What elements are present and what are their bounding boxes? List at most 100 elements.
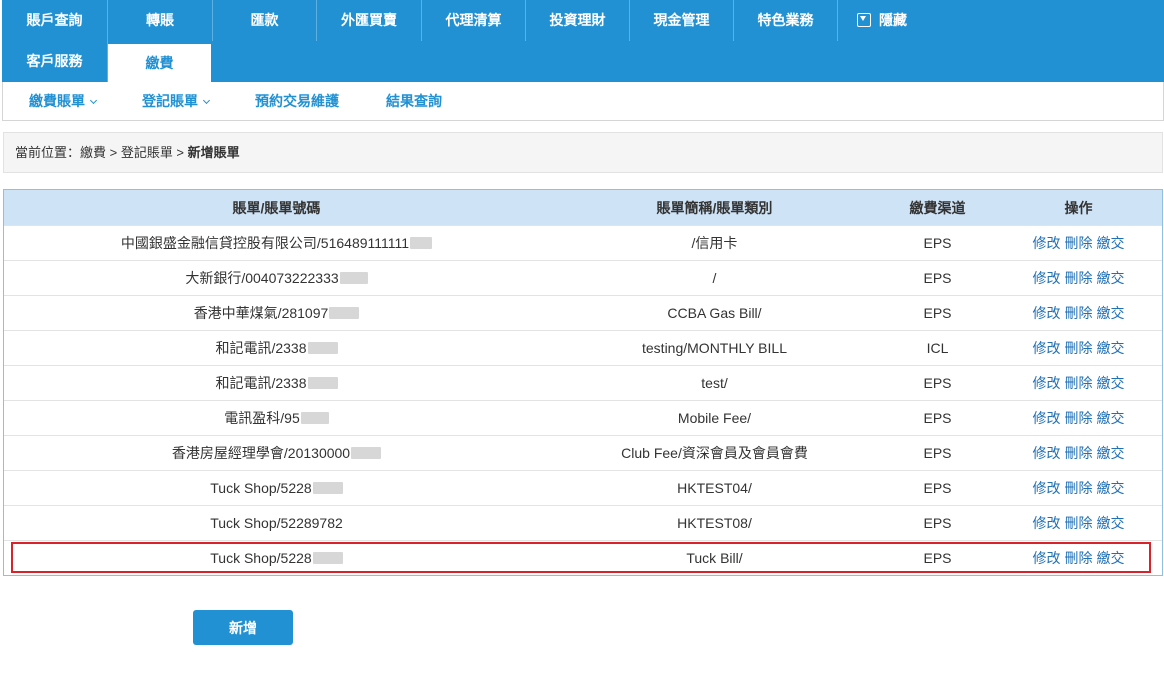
redacted-digits xyxy=(339,272,368,284)
cell-actions: 修改 刪除 繳交 xyxy=(995,261,1162,295)
delete-link[interactable]: 刪除 xyxy=(1065,268,1093,288)
cell-actions: 修改 刪除 繳交 xyxy=(995,541,1162,575)
edit-link[interactable]: 修改 xyxy=(1033,408,1061,428)
cell-bill: Tuck Shop/5228 xyxy=(4,471,549,505)
cell-bill: Tuck Shop/52289782 xyxy=(4,506,549,540)
delete-link[interactable]: 刪除 xyxy=(1065,548,1093,568)
edit-link[interactable]: 修改 xyxy=(1033,548,1061,568)
breadcrumb: 當前位置：繳費 > 登記賬單 > 新增賬單 xyxy=(3,132,1163,173)
cell-type: /信用卡 xyxy=(691,235,738,251)
nav-item-clearing[interactable]: 代理清算 xyxy=(422,0,526,41)
redacted-digits xyxy=(312,482,343,494)
add-button[interactable]: 新增 xyxy=(193,610,293,645)
subnav-results[interactable]: 結果查詢 xyxy=(386,91,442,111)
table-row: Tuck Shop/52289782 HKTEST08/EPS 修改 刪除 繳交 xyxy=(4,505,1162,540)
cell-actions: 修改 刪除 繳交 xyxy=(995,226,1162,260)
nav-item-special[interactable]: 特色業務 xyxy=(734,0,838,41)
cell-bill: 電訊盈科/95 xyxy=(4,401,549,435)
edit-link[interactable]: 修改 xyxy=(1033,268,1061,288)
table-row: 香港中華煤氣/281097 CCBA Gas Bill/EPS 修改 刪除 繳交 xyxy=(4,295,1162,330)
cell-channel: EPS xyxy=(923,305,952,321)
bill-number: Tuck Shop/52289782 xyxy=(210,515,343,531)
table-row: 大新銀行/004073222333 / EPS 修改 刪除 繳交 xyxy=(4,260,1162,295)
edit-link[interactable]: 修改 xyxy=(1033,233,1061,253)
redacted-digits xyxy=(351,447,382,459)
nav-item-service[interactable]: 客戶服務 xyxy=(2,41,108,82)
pay-link[interactable]: 繳交 xyxy=(1097,408,1125,428)
cell-bill: Tuck Shop/5228 xyxy=(4,541,549,575)
subnav-bills-label: 繳費賬單 xyxy=(29,93,85,109)
delete-link[interactable]: 刪除 xyxy=(1065,373,1093,393)
cell-type: HKTEST04/ xyxy=(677,480,752,496)
cell-bill: 和記電訊/2338 xyxy=(4,331,549,365)
delete-link[interactable]: 刪除 xyxy=(1065,443,1093,463)
cell-channel: ICL xyxy=(926,340,949,356)
redacted-digits xyxy=(307,342,338,354)
pay-link[interactable]: 繳交 xyxy=(1097,478,1125,498)
redacted-digits xyxy=(410,237,433,249)
nav-item-accounts[interactable]: 賬戶查詢 xyxy=(2,0,108,41)
top-nav-row-1: 賬戶查詢 轉賬 匯款 外匯買賣 代理清算 投資理財 現金管理 特色業務 隱藏 xyxy=(2,0,926,41)
nav-item-billpay[interactable]: 繳費 xyxy=(108,44,211,82)
edit-link[interactable]: 修改 xyxy=(1033,373,1061,393)
table-row: Tuck Shop/5228 Tuck Bill/EPS 修改 刪除 繳交 xyxy=(4,540,1162,575)
cell-type: HKTEST08/ xyxy=(677,515,752,531)
cell-actions: 修改 刪除 繳交 xyxy=(995,506,1162,540)
cell-type: testing/MONTHLY BILL xyxy=(642,340,787,356)
top-navigation: 賬戶查詢 轉賬 匯款 外匯買賣 代理清算 投資理財 現金管理 特色業務 隱藏 客… xyxy=(2,0,1164,82)
cell-actions: 修改 刪除 繳交 xyxy=(995,436,1162,470)
delete-link[interactable]: 刪除 xyxy=(1065,478,1093,498)
nav-item-transfer[interactable]: 轉賬 xyxy=(108,0,213,41)
cell-channel: EPS xyxy=(923,235,952,251)
cell-actions: 修改 刪除 繳交 xyxy=(995,471,1162,505)
edit-link[interactable]: 修改 xyxy=(1033,478,1061,498)
header-type: 賬單簡稱/賬單類別 xyxy=(656,199,773,216)
delete-link[interactable]: 刪除 xyxy=(1065,338,1093,358)
chevron-down-icon xyxy=(89,96,98,105)
delete-link[interactable]: 刪除 xyxy=(1065,513,1093,533)
header-bill: 賬單/賬單號碼 xyxy=(232,199,321,216)
cell-type: Tuck Bill/ xyxy=(686,550,743,566)
delete-link[interactable]: 刪除 xyxy=(1065,408,1093,428)
cell-actions: 修改 刪除 繳交 xyxy=(995,401,1162,435)
pay-link[interactable]: 繳交 xyxy=(1097,373,1125,393)
collapse-icon xyxy=(857,13,871,27)
edit-link[interactable]: 修改 xyxy=(1033,443,1061,463)
subnav-scheduled[interactable]: 預約交易維護 xyxy=(255,91,339,111)
pay-link[interactable]: 繳交 xyxy=(1097,338,1125,358)
table-header: 賬單/賬單號碼 賬單簡稱/賬單類別 繳費渠道 操作 xyxy=(4,190,1162,225)
top-nav-row-2: 客戶服務 繳費 xyxy=(2,41,211,82)
pay-link[interactable]: 繳交 xyxy=(1097,303,1125,323)
chevron-down-icon xyxy=(202,96,211,105)
cell-bill: 中國銀盛金融信貸控股有限公司/516489111111 xyxy=(4,226,549,260)
pay-link[interactable]: 繳交 xyxy=(1097,548,1125,568)
header-channel: 繳費渠道 xyxy=(909,199,966,216)
redacted-digits xyxy=(329,307,360,319)
subnav-register-label: 登記賬單 xyxy=(142,93,198,109)
bill-number: Tuck Shop/5228 xyxy=(210,550,312,566)
cell-actions: 修改 刪除 繳交 xyxy=(995,296,1162,330)
nav-item-fx[interactable]: 外匯買賣 xyxy=(317,0,422,41)
bill-number: 香港房屋經理學會/20130000 xyxy=(171,445,351,461)
delete-link[interactable]: 刪除 xyxy=(1065,303,1093,323)
edit-link[interactable]: 修改 xyxy=(1033,513,1061,533)
subnav-register[interactable]: 登記賬單 xyxy=(142,91,211,111)
cell-bill: 香港中華煤氣/281097 xyxy=(4,296,549,330)
pay-link[interactable]: 繳交 xyxy=(1097,233,1125,253)
pay-link[interactable]: 繳交 xyxy=(1097,268,1125,288)
nav-item-hide[interactable]: 隱藏 xyxy=(838,0,926,41)
delete-link[interactable]: 刪除 xyxy=(1065,233,1093,253)
table-row: 香港房屋經理學會/20130000 Club Fee/資深會員及會員會費 EPS 修改… xyxy=(4,435,1162,470)
subnav-bills[interactable]: 繳費賬單 xyxy=(29,91,98,111)
nav-item-cash[interactable]: 現金管理 xyxy=(630,0,734,41)
nav-item-invest[interactable]: 投資理財 xyxy=(526,0,630,41)
pay-link[interactable]: 繳交 xyxy=(1097,443,1125,463)
header-actions: 操作 xyxy=(1064,199,1093,216)
edit-link[interactable]: 修改 xyxy=(1033,303,1061,323)
redacted-digits xyxy=(312,552,343,564)
pay-link[interactable]: 繳交 xyxy=(1097,513,1125,533)
edit-link[interactable]: 修改 xyxy=(1033,338,1061,358)
nav-item-hide-label: 隱藏 xyxy=(879,12,907,28)
bill-number: 大新銀行/004073222333 xyxy=(185,270,339,286)
nav-item-remit[interactable]: 匯款 xyxy=(213,0,317,41)
